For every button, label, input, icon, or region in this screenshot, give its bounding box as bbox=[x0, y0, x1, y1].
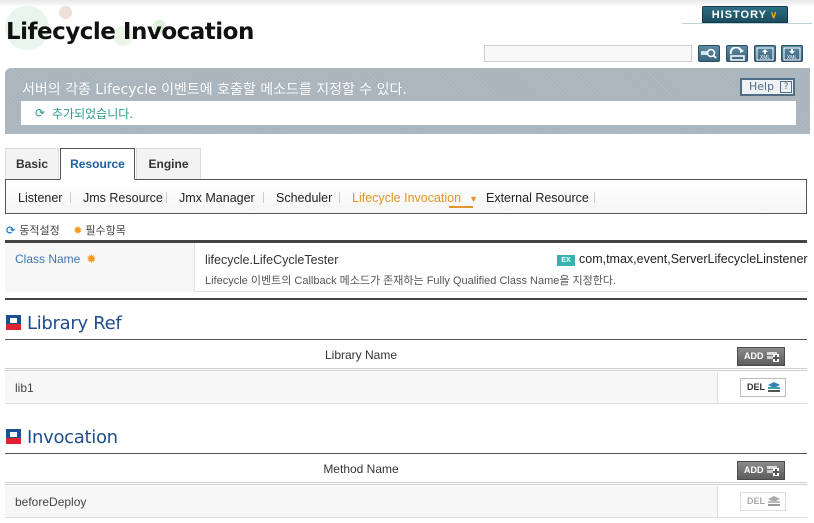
svg-text:XML: XML bbox=[760, 55, 771, 61]
required-icon: ✹ bbox=[86, 252, 97, 266]
refresh-icon bbox=[729, 47, 745, 61]
help-label: Help bbox=[749, 80, 775, 93]
section-divider bbox=[5, 298, 807, 300]
add-method-button[interactable]: ADD bbox=[737, 461, 785, 480]
add-stack-icon bbox=[767, 466, 779, 476]
section-bullet-icon bbox=[6, 315, 21, 330]
decorative-circle bbox=[59, 6, 72, 19]
section-title-text: Library Ref bbox=[27, 313, 122, 334]
example-badge-icon: EX bbox=[557, 255, 575, 266]
delete-stack-icon bbox=[768, 382, 780, 392]
add-stack-icon bbox=[767, 352, 779, 362]
resource-subnav: Listener Jms Resource Jmx Manager Schedu… bbox=[5, 179, 807, 214]
class-name-label-text: Class Name bbox=[15, 252, 81, 266]
search-button[interactable] bbox=[698, 45, 720, 62]
class-name-value[interactable]: lifecycle.LifeCycleTester bbox=[205, 253, 338, 267]
delete-library-button[interactable]: DEL bbox=[740, 378, 786, 397]
chevron-down-icon: ∨ bbox=[769, 10, 779, 21]
row-action-cell: DEL bbox=[717, 486, 807, 517]
xml-export-button[interactable]: XML bbox=[781, 45, 803, 62]
column-header-method-name: Method Name bbox=[323, 462, 399, 476]
class-name-label: Class Name ✹ bbox=[15, 252, 96, 266]
section-title-text: Invocation bbox=[27, 427, 118, 448]
subnav-item-external-resource[interactable]: External Resource bbox=[486, 191, 589, 205]
subnav-divider bbox=[594, 192, 595, 203]
description-banner: 서버의 각종 Lifecycle 이벤트에 호출할 메소드를 지정할 수 있다.… bbox=[5, 68, 810, 134]
field-legend: ⟳ 동적설정 ✹ 필수항목 bbox=[6, 222, 126, 238]
subnav-item-label: Lifecycle Invocation bbox=[352, 191, 462, 205]
method-name-cell: beforeDeploy bbox=[15, 495, 87, 509]
required-label: 필수항목 bbox=[85, 224, 126, 237]
subnav-divider bbox=[70, 192, 71, 203]
history-label: HISTORY bbox=[711, 9, 767, 21]
delete-stack-icon bbox=[768, 496, 780, 506]
search-input[interactable] bbox=[484, 45, 692, 62]
section-bullet-icon bbox=[6, 429, 21, 444]
success-refresh-icon: ⟳ bbox=[35, 106, 46, 120]
dropdown-arrow-icon: ▼ bbox=[469, 194, 479, 204]
page-title: Lifecycle Invocation bbox=[6, 19, 254, 45]
table-header: Method Name ADD bbox=[5, 453, 807, 485]
history-button[interactable]: HISTORY ∨ bbox=[702, 6, 788, 23]
section-title-invocation: Invocation bbox=[6, 427, 118, 448]
dynamic-setting-icon: ⟳ bbox=[6, 224, 16, 237]
xml-import-button[interactable]: XML bbox=[754, 45, 776, 62]
table-header: Library Name ADD bbox=[5, 339, 807, 371]
xml-import-icon: XML bbox=[756, 47, 774, 61]
required-icon: ✹ bbox=[73, 224, 83, 237]
add-label: ADD bbox=[744, 465, 764, 475]
subnav-divider bbox=[339, 192, 340, 203]
class-name-example: com,tmax,event,ServerLifecycleLinstener bbox=[579, 252, 808, 266]
del-label: DEL bbox=[747, 496, 765, 506]
dynamic-setting-label: 동적설정 bbox=[19, 224, 60, 237]
page-description: 서버의 각종 Lifecycle 이벤트에 호출할 메소드를 지정할 수 있다. bbox=[22, 82, 407, 98]
add-library-button[interactable]: ADD bbox=[737, 347, 785, 366]
tab-basic[interactable]: Basic bbox=[5, 148, 59, 179]
active-subnav-indicator bbox=[449, 206, 473, 208]
table-row: beforeDeploy DEL bbox=[5, 486, 807, 518]
help-button[interactable]: Help? bbox=[740, 78, 795, 96]
class-name-description: Lifecycle 이벤트의 Callback 메소드가 존재하는 Fully … bbox=[205, 275, 617, 287]
column-header-library-name: Library Name bbox=[324, 348, 398, 362]
table-row: lib1 DEL bbox=[5, 372, 807, 404]
tab-engine[interactable]: Engine bbox=[136, 148, 201, 179]
subnav-item-jmx-manager[interactable]: Jmx Manager bbox=[179, 191, 255, 205]
del-label: DEL bbox=[747, 382, 765, 392]
section-title-library-ref: Library Ref bbox=[6, 313, 122, 334]
row-action-cell: DEL bbox=[717, 372, 807, 403]
add-label: ADD bbox=[744, 351, 764, 361]
search-icon bbox=[701, 48, 717, 59]
subnav-item-listener[interactable]: Listener bbox=[18, 191, 62, 205]
tab-resource[interactable]: Resource bbox=[60, 148, 135, 180]
svg-text:XML: XML bbox=[787, 55, 798, 61]
status-message: 추가되었습니다. bbox=[52, 107, 134, 121]
subnav-item-scheduler[interactable]: Scheduler bbox=[276, 191, 332, 205]
class-name-form: Class Name ✹ lifecycle.LifeCycleTester Li… bbox=[5, 240, 808, 292]
history-bar: HISTORY ∨ bbox=[682, 6, 812, 24]
delete-method-button[interactable]: DEL bbox=[740, 492, 786, 511]
help-icon: ? bbox=[780, 81, 793, 93]
subnav-divider bbox=[263, 192, 264, 203]
status-message-box: ⟳ 추가되었습니다. bbox=[21, 101, 796, 125]
subnav-item-jms-resource[interactable]: Jms Resource bbox=[83, 191, 163, 205]
subnav-divider bbox=[166, 192, 167, 203]
refresh-button[interactable] bbox=[726, 45, 748, 62]
form-label-cell: Class Name ✹ bbox=[5, 243, 195, 292]
library-name-cell: lib1 bbox=[15, 381, 34, 395]
subnav-item-lifecycle-invocation[interactable]: Lifecycle Invocation ▼ bbox=[352, 191, 478, 205]
xml-export-icon: XML bbox=[783, 47, 801, 61]
